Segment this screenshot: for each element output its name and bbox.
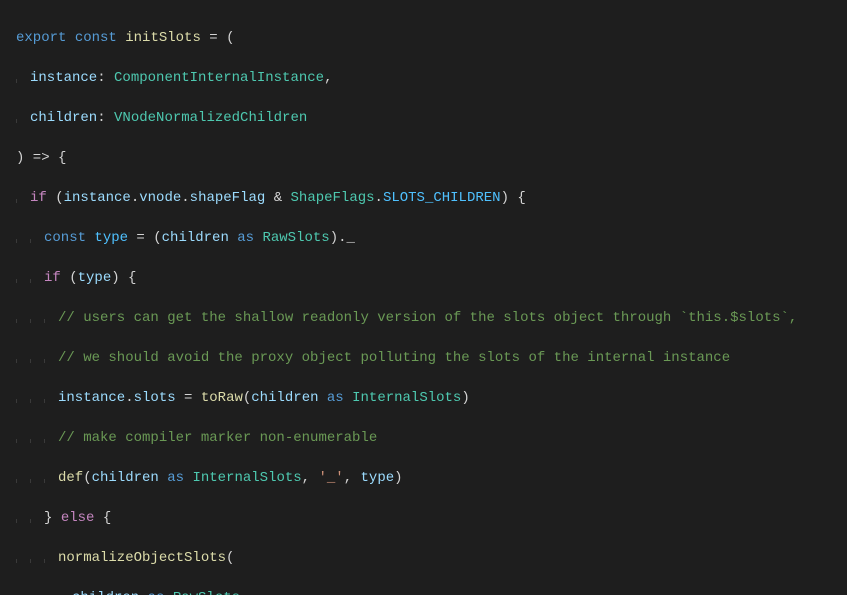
keyword-export: export xyxy=(16,30,66,46)
code-line: const type = (children as RawSlots)._ xyxy=(8,228,847,248)
comment: // make compiler marker non-enumerable xyxy=(58,430,377,446)
string: '_' xyxy=(318,470,343,486)
code-line: if (type) { xyxy=(8,268,847,288)
code-line: children: VNodeNormalizedChildren xyxy=(8,108,847,128)
code-line: instance: ComponentInternalInstance, xyxy=(8,68,847,88)
comment: // we should avoid the proxy object poll… xyxy=(58,350,730,366)
code-line: export const initSlots = ( xyxy=(8,28,847,48)
code-line: ) => { xyxy=(8,148,847,168)
code-line: // we should avoid the proxy object poll… xyxy=(8,348,847,368)
code-editor[interactable]: export const initSlots = ( instance: Com… xyxy=(0,0,847,595)
type: VNodeNormalizedChildren xyxy=(114,110,307,126)
punct: ) => { xyxy=(16,150,66,166)
param: instance xyxy=(30,70,97,86)
punct: = ( xyxy=(201,30,235,46)
code-line: def(children as InternalSlots, '_', type… xyxy=(8,468,847,488)
code-line: } else { xyxy=(8,508,847,528)
code-line: // users can get the shallow readonly ve… xyxy=(8,308,847,328)
code-line: if (instance.vnode.shapeFlag & ShapeFlag… xyxy=(8,188,847,208)
keyword-if: if xyxy=(30,190,47,206)
param: children xyxy=(30,110,97,126)
comment: // users can get the shallow readonly ve… xyxy=(58,310,797,326)
type: ComponentInternalInstance xyxy=(114,70,324,86)
identifier: initSlots xyxy=(125,30,201,46)
code-line: instance.slots = toRaw(children as Inter… xyxy=(8,388,847,408)
code-line: // make compiler marker non-enumerable xyxy=(8,428,847,448)
keyword-const: const xyxy=(75,30,117,46)
code-line: normalizeObjectSlots( xyxy=(8,548,847,568)
code-line: children as RawSlots, xyxy=(8,588,847,595)
